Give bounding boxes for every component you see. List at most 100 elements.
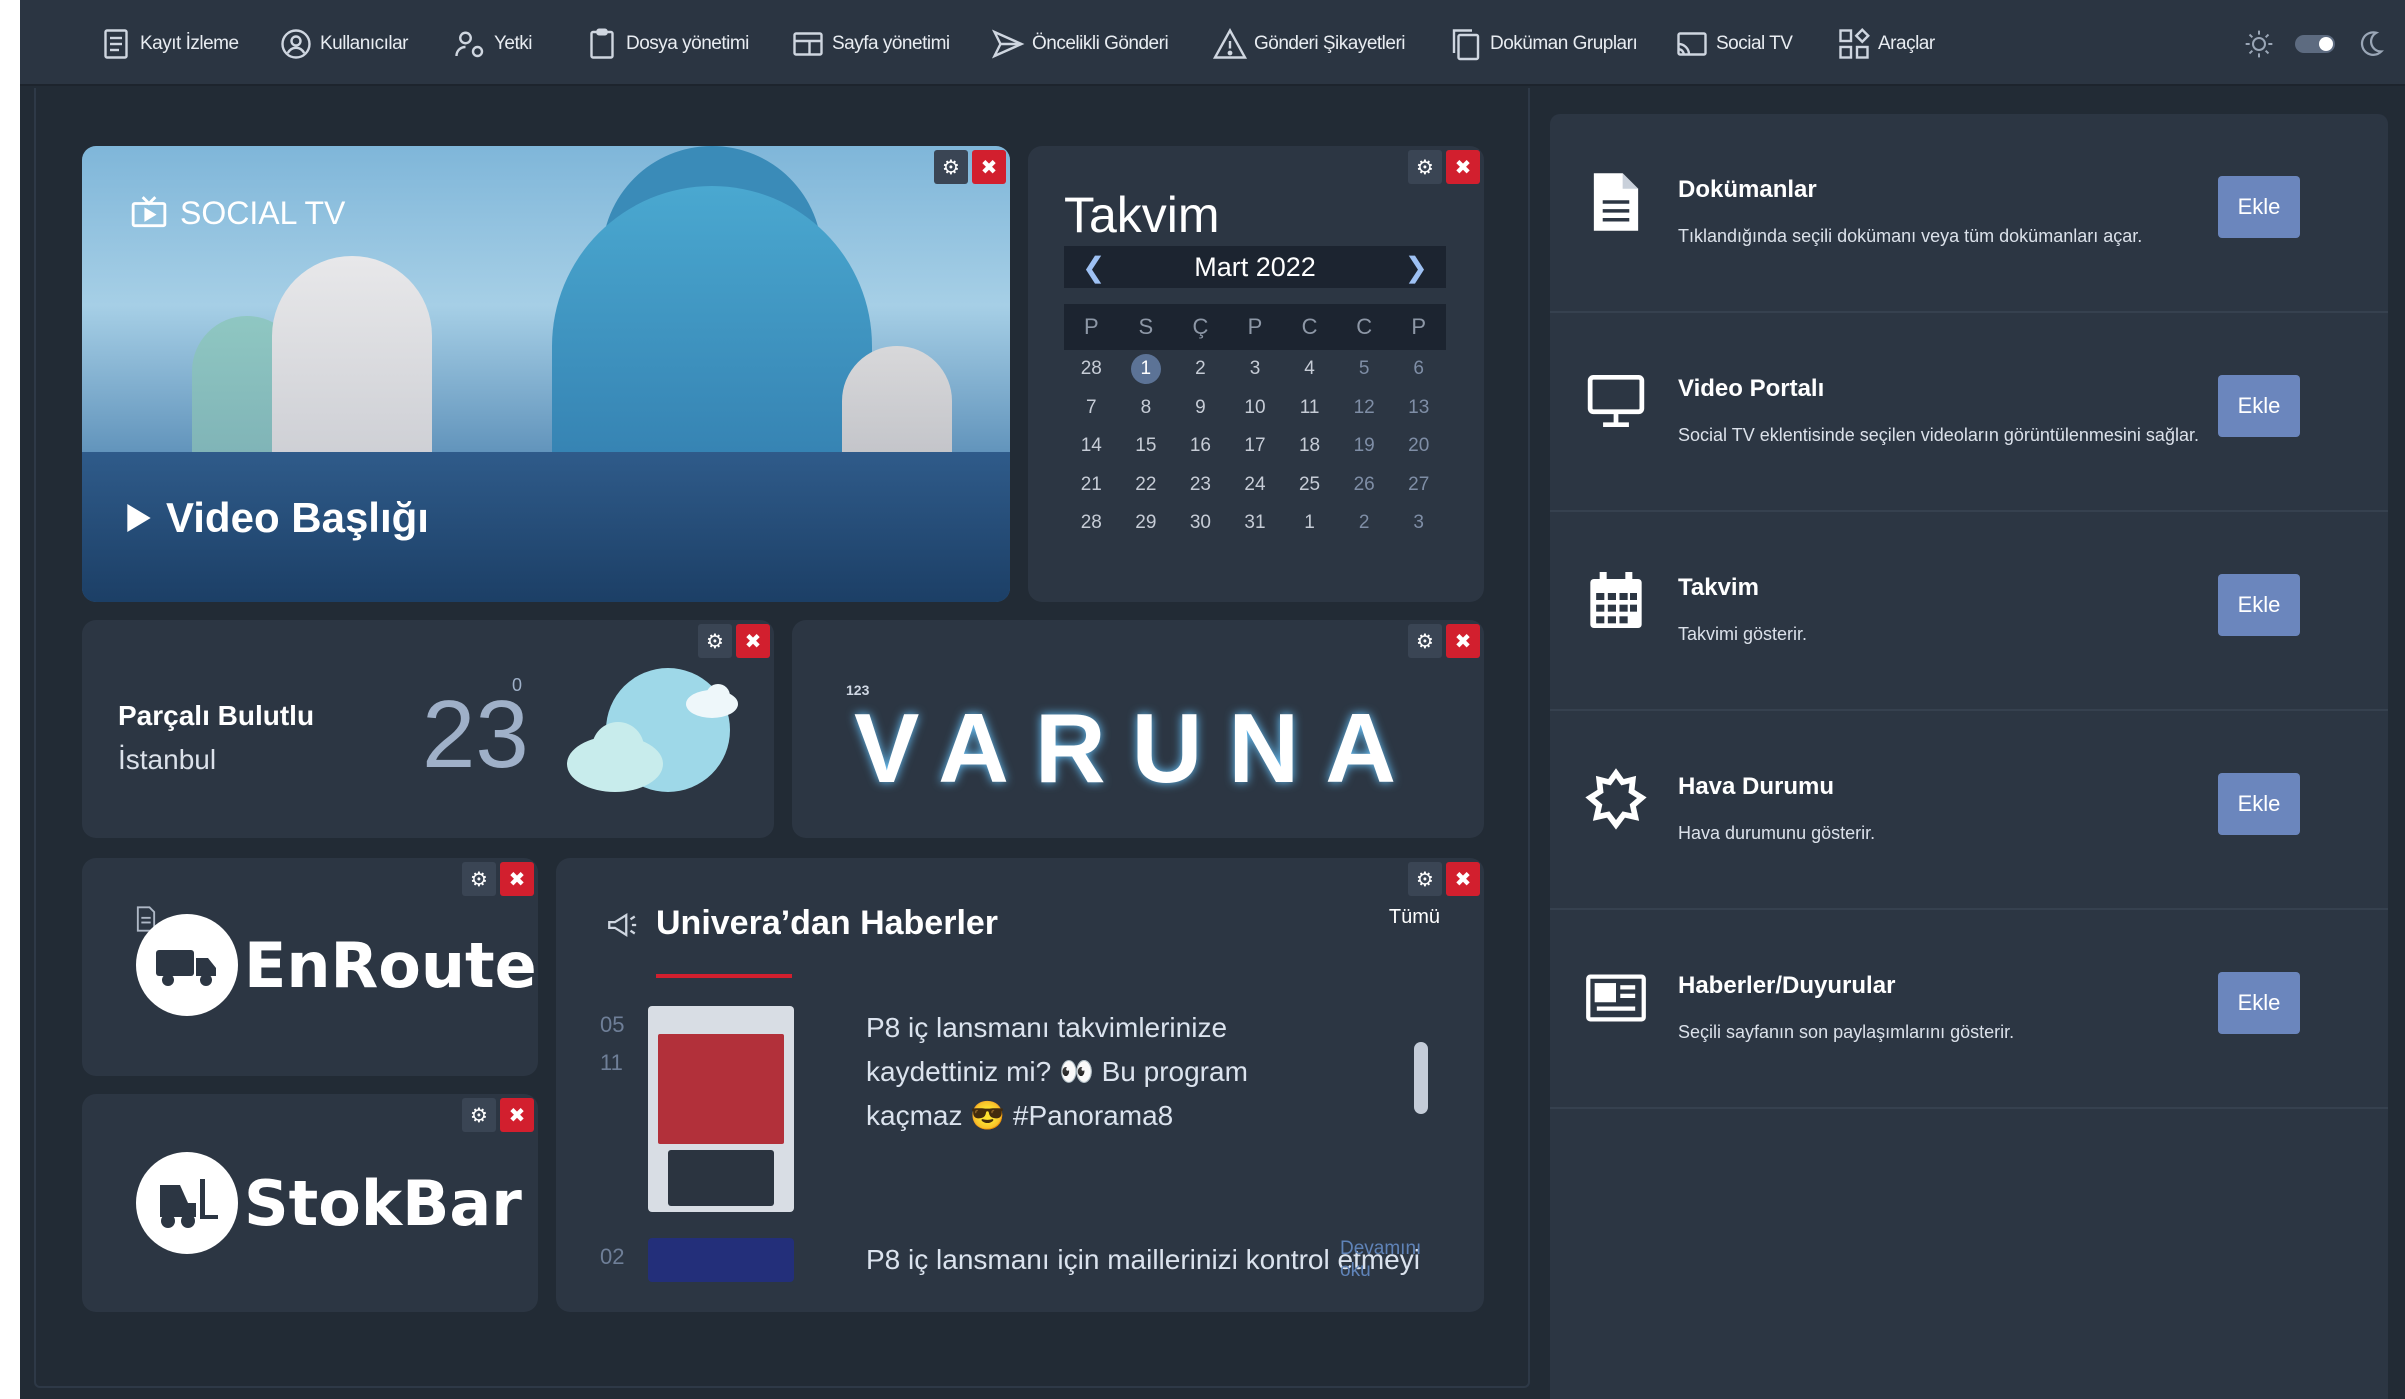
social-tv-label: SOCIAL TV [128,194,345,232]
calendar-day[interactable]: 10 [1228,397,1283,419]
settings-gear-icon[interactable]: ⚙ [462,862,496,896]
news-all-link[interactable]: Tümü [1389,906,1440,929]
top-navbar: Kayıt İzleme Kullanıcılar Yetki Dosya yö… [20,0,2405,86]
calendar-day[interactable]: 2 [1173,358,1228,380]
card-controls: ⚙ ✖ [462,862,534,896]
nav-kullanicilar[interactable]: Kullanıcılar [278,22,409,66]
calendar-week-row: 7 8 9 10 11 12 13 [1064,389,1446,428]
nav-social-tv[interactable]: Social TV [1674,22,1793,66]
social-tv-card[interactable]: SOCIAL TV Video Başlığı ⚙ ✖ [82,146,1010,602]
calendar-day[interactable]: 1 [1282,512,1337,534]
calendar-day[interactable]: 29 [1119,512,1174,534]
clipboard-icon [590,28,614,59]
calendar-day[interactable]: 9 [1173,397,1228,419]
calendar-day[interactable]: 12 [1337,397,1392,419]
send-icon [991,29,1025,59]
calendar-day[interactable]: 24 [1228,474,1283,496]
scrollbar-thumb[interactable] [1414,1042,1428,1114]
calendar-card: Takvim ❮ Mart 2022 ❯ P S Ç P C C P 28 1 2 3… [1028,146,1484,602]
news-item[interactable]: 02 P8 iç lansmanı için maillerinizi kont… [600,1238,1440,1282]
close-icon[interactable]: ✖ [500,862,534,896]
calendar-day[interactable]: 20 [1391,435,1446,457]
nav-kayit-izleme[interactable]: Kayıt İzleme [98,22,239,66]
calendar-day[interactable]: 28 [1064,512,1119,534]
app-frame: Kayıt İzleme Kullanıcılar Yetki Dosya yö… [20,0,2405,1399]
news-thumbnail[interactable] [648,1006,794,1212]
stokbar-card[interactable]: StokBar ⚙ ✖ [82,1094,538,1312]
weather-temperature: 23 [422,681,529,788]
widget-item-video-portali: Video Portalı Social TV eklentisinde seç… [1550,313,2388,512]
close-icon[interactable]: ✖ [736,624,770,658]
calendar-day[interactable]: 28 [1064,358,1119,380]
nav-gonderi-sikayetleri[interactable]: Gönderi Şikayetleri [1212,22,1406,66]
sun-icon[interactable] [2243,28,2275,60]
calendar-title: Takvim [1064,187,1220,243]
calendar-day[interactable]: 21 [1064,474,1119,496]
document-icon [1584,170,1648,234]
news-item[interactable]: 05 11 P8 iç lansmanı takvimlerinize kayd… [600,1006,1440,1216]
nav-dokuman-gruplari[interactable]: Doküman Grupları [1448,22,1638,66]
nav-label: Öncelikli Gönderi [1032,33,1169,54]
calendar-day[interactable]: 14 [1064,435,1119,457]
tv-icon [131,196,167,228]
calendar-day[interactable]: 27 [1391,474,1446,496]
calendar-day[interactable]: 15 [1119,435,1174,457]
nav-oncelikli-gonderi[interactable]: Öncelikli Gönderi [990,22,1169,66]
calendar-day[interactable]: 5 [1337,358,1392,380]
calendar-day[interactable]: 17 [1228,435,1283,457]
add-hava-durumu-button[interactable]: Ekle [2218,773,2300,835]
calendar-day[interactable]: 23 [1173,474,1228,496]
news-thumbnail[interactable] [648,1238,794,1282]
close-icon[interactable]: ✖ [1446,150,1480,184]
calendar-day[interactable]: 26 [1337,474,1392,496]
read-more-link[interactable]: Devamını oku [1340,1238,1440,1282]
calendar-day[interactable]: 2 [1337,512,1392,534]
play-icon[interactable] [126,504,152,532]
add-takvim-button[interactable]: Ekle [2218,574,2300,636]
calendar-day[interactable]: 31 [1228,512,1283,534]
theme-toggle[interactable] [2295,35,2335,53]
calendar-day[interactable]: 7 [1064,397,1119,419]
moon-icon[interactable] [2355,29,2385,59]
add-video-portali-button[interactable]: Ekle [2218,375,2300,437]
calendar-day[interactable]: 16 [1173,435,1228,457]
enroute-card[interactable]: EnRoute ⚙ ✖ [82,858,538,1076]
settings-gear-icon[interactable]: ⚙ [698,624,732,658]
settings-gear-icon[interactable]: ⚙ [1408,624,1442,658]
calendar-day[interactable]: 6 [1391,358,1446,380]
calendar-week-row: 28 1 2 3 4 5 6 [1064,350,1446,389]
nav-yetki[interactable]: Yetki [452,22,533,66]
calendar-day[interactable]: 3 [1391,512,1446,534]
calendar-day[interactable]: 3 [1228,358,1283,380]
calendar-day[interactable]: 8 [1119,397,1174,419]
close-icon[interactable]: ✖ [500,1098,534,1132]
calendar-day[interactable]: 19 [1337,435,1392,457]
calendar-day[interactable]: 22 [1119,474,1174,496]
nav-dosya-yonetimi[interactable]: Dosya yönetimi [584,22,749,66]
calendar-icon [1584,568,1648,632]
varuna-card[interactable]: 123 VARUNA ⚙ ✖ [792,620,1484,838]
chevron-right-icon[interactable]: ❯ [1405,251,1428,284]
add-haberler-button[interactable]: Ekle [2218,972,2300,1034]
settings-gear-icon[interactable]: ⚙ [934,150,968,184]
calendar-day[interactable]: 1 [1130,354,1161,385]
settings-gear-icon[interactable]: ⚙ [1408,150,1442,184]
settings-gear-icon[interactable]: ⚙ [462,1098,496,1132]
video-title[interactable]: Video Başlığı [126,494,429,542]
calendar-day[interactable]: 4 [1282,358,1337,380]
nav-sayfa-yonetimi[interactable]: Sayfa yönetimi [790,22,950,66]
partly-cloudy-icon [567,668,738,792]
nav-araclar[interactable]: Araçlar [1836,22,1935,66]
widget-item-dokumanlar: Dokümanlar Tıklandığında seçili dokümanı… [1550,114,2388,313]
add-dokumanlar-button[interactable]: Ekle [2218,176,2300,238]
close-icon[interactable]: ✖ [972,150,1006,184]
calendar-day[interactable]: 11 [1282,397,1337,419]
calendar-day[interactable]: 13 [1391,397,1446,419]
chevron-left-icon[interactable]: ❮ [1082,251,1105,284]
calendar-day[interactable]: 25 [1282,474,1337,496]
close-icon[interactable]: ✖ [1446,624,1480,658]
calendar-day[interactable]: 30 [1173,512,1228,534]
settings-gear-icon[interactable]: ⚙ [1408,862,1442,896]
close-icon[interactable]: ✖ [1446,862,1480,896]
calendar-day[interactable]: 18 [1282,435,1337,457]
